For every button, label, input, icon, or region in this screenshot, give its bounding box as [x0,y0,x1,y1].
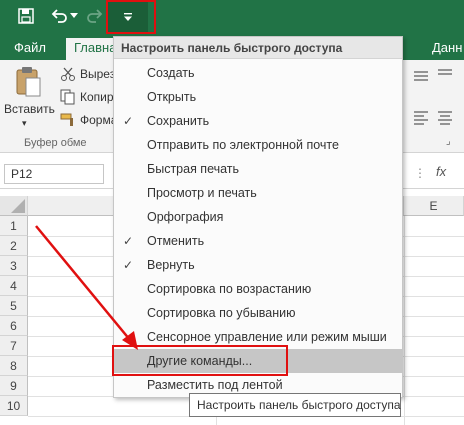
tooltip: Настроить панель быстрого доступа [189,393,401,417]
annotation-arrow [35,225,138,350]
